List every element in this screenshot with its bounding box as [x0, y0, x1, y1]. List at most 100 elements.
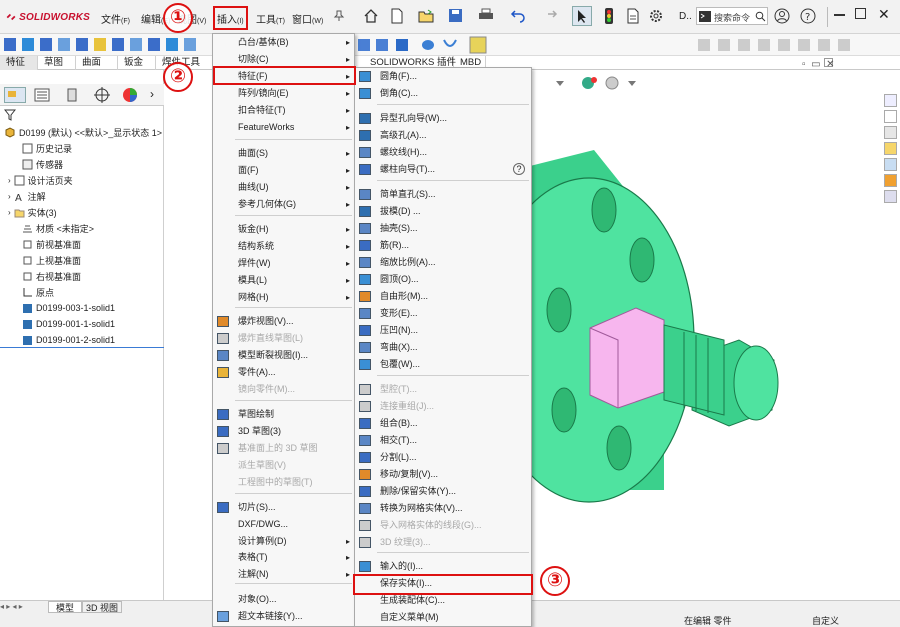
- tab-model[interactable]: 模型: [48, 601, 82, 613]
- feature-menu-item[interactable]: 拔模(D) ...: [355, 203, 531, 220]
- feature-menu-item[interactable]: 输入的(I)...: [355, 558, 531, 575]
- insert-menu-item[interactable]: 表格(T) ▸: [213, 549, 354, 566]
- rebuild-doc-icon[interactable]: [626, 8, 640, 24]
- tree-item-body-2[interactable]: D0199-001-1-solid1: [22, 316, 115, 332]
- property-manager-tab-icon[interactable]: [34, 88, 50, 102]
- feature-menu-item[interactable]: 简单直孔(S)...: [355, 186, 531, 203]
- tree-item-top-plane[interactable]: 上视基准面: [22, 252, 81, 268]
- tree-root[interactable]: D0199 (默认) <<默认>_显示状态 1>: [4, 124, 162, 140]
- menu-file[interactable]: 文件(F): [101, 11, 130, 26]
- feature-menu-item[interactable]: 弯曲(X)...: [355, 339, 531, 356]
- insert-menu-item[interactable]: 模具(L) ▸: [213, 272, 354, 289]
- feature-menu-item[interactable]: 变形(E)...: [355, 305, 531, 322]
- tab-sketch[interactable]: 草图: [38, 56, 76, 70]
- feature-menu-item[interactable]: 相交(T)...: [355, 432, 531, 449]
- tree-item-right-plane[interactable]: 右视基准面: [22, 268, 81, 284]
- print-icon[interactable]: [478, 8, 494, 23]
- d-menu-label[interactable]: D..: [679, 11, 692, 22]
- tree-item-body-1[interactable]: D0199-003-1-solid1: [22, 300, 115, 316]
- feature-menu-item[interactable]: 圆角(F)...: [355, 68, 531, 85]
- insert-menu-item[interactable]: 设计算例(D) ▸: [213, 533, 354, 550]
- feature-menu-item[interactable]: 筋(R)...: [355, 237, 531, 254]
- feature-menu-item[interactable]: 包覆(W)...: [355, 356, 531, 373]
- feature-menu-item[interactable]: 删除/保留实体(Y)...: [355, 483, 531, 500]
- insert-menu-item[interactable]: 曲面(S) ▸: [213, 145, 354, 162]
- insert-menu-item[interactable]: 凸台/基体(B) ▸: [213, 34, 354, 51]
- search-input[interactable]: 搜索命令: [696, 7, 768, 25]
- tree-item-design-binder[interactable]: › 设计活页夹: [8, 172, 73, 188]
- insert-menu-item[interactable]: 3D 草图(3): [213, 423, 354, 440]
- insert-menu-item[interactable]: 网格(H) ▸: [213, 289, 354, 306]
- insert-menu-item[interactable]: 参考几何体(G) ▸: [213, 196, 354, 213]
- taskpane-library-icon[interactable]: [884, 126, 897, 139]
- select-icon[interactable]: [572, 6, 592, 26]
- feature-menu-item[interactable]: 组合(B)...: [355, 415, 531, 432]
- insert-menu-item[interactable]: DXF/DWG...: [213, 516, 354, 533]
- help-icon[interactable]: ?: [800, 8, 816, 24]
- help-icon[interactable]: ?: [513, 163, 525, 175]
- gear-icon[interactable]: [648, 8, 664, 24]
- new-document-icon[interactable]: [390, 8, 404, 24]
- feature-menu-item[interactable]: 分割(L)...: [355, 449, 531, 466]
- insert-menu-item[interactable]: 零件(A)...: [213, 364, 354, 381]
- menu-insert[interactable]: 插入(I): [217, 11, 244, 26]
- tree-item-history[interactable]: 历史记录: [22, 140, 72, 156]
- chevron-right-icon[interactable]: ›: [150, 87, 154, 101]
- insert-menu-item[interactable]: 结构系统 ▸: [213, 238, 354, 255]
- pin-icon[interactable]: [333, 10, 345, 22]
- feature-menu-item[interactable]: 抽壳(S)...: [355, 220, 531, 237]
- feature-menu-item[interactable]: 缩放比例(A)...: [355, 254, 531, 271]
- insert-menu-item[interactable]: 特征(F) ▸: [213, 68, 354, 85]
- insert-menu-item[interactable]: 对象(O)...: [213, 591, 354, 608]
- rollback-bar[interactable]: [0, 347, 164, 348]
- tab-surfaces[interactable]: 曲面: [76, 56, 118, 70]
- insert-menu-item[interactable]: 超文本链接(Y)...: [213, 608, 354, 625]
- dimxpert-tab-icon[interactable]: [94, 87, 110, 103]
- filter-icon[interactable]: [4, 109, 16, 121]
- taskpane-resources-icon[interactable]: [884, 110, 897, 123]
- tree-item-sensors[interactable]: 传感器: [22, 156, 63, 172]
- insert-menu-item[interactable]: 草图绘制: [213, 406, 354, 423]
- feature-menu-item[interactable]: 自定义菜单(M): [355, 609, 531, 626]
- feature-menu-item[interactable]: 生成装配体(C)...: [355, 592, 531, 609]
- feature-tree-tab-icon[interactable]: [4, 87, 26, 103]
- insert-menu-item[interactable]: 钣金(H) ▸: [213, 221, 354, 238]
- menu-tools[interactable]: 工具(T): [256, 11, 285, 26]
- close-icon[interactable]: ✕: [878, 7, 890, 21]
- taskpane-appearances-icon[interactable]: [884, 174, 897, 187]
- feature-menu-item[interactable]: 倒角(C)...: [355, 85, 531, 102]
- insert-menu-item[interactable]: 切片(S)...: [213, 499, 354, 516]
- taskpane-view-palette-icon[interactable]: [884, 158, 897, 171]
- undo-icon[interactable]: [510, 8, 526, 23]
- open-folder-icon[interactable]: [418, 8, 434, 24]
- status-custom[interactable]: 自定义: [812, 614, 839, 627]
- home-icon[interactable]: [363, 8, 379, 24]
- insert-menu-item[interactable]: 爆炸视图(V)...: [213, 313, 354, 330]
- menu-window[interactable]: 窗口(W): [292, 11, 323, 26]
- tab-3d-view[interactable]: 3D 视图: [82, 601, 122, 613]
- tree-item-origin[interactable]: 原点: [22, 284, 54, 300]
- feature-menu-item[interactable]: 压凹(N)...: [355, 322, 531, 339]
- nav-arrows-icon[interactable]: ◂ ▸ ◂ ▸: [0, 602, 23, 611]
- tree-item-body-3[interactable]: D0199-001-2-solid1: [22, 332, 115, 348]
- insert-menu-item[interactable]: 切除(C) ▸: [213, 51, 354, 68]
- tree-item-solid-bodies[interactable]: › 实体(3): [8, 204, 57, 220]
- feature-menu-item[interactable]: 圆顶(O)...: [355, 271, 531, 288]
- traffic-light-icon[interactable]: [604, 8, 614, 24]
- insert-menu-item[interactable]: FeatureWorks ▸: [213, 119, 354, 136]
- feature-menu-item[interactable]: 转换为网格实体(V)...: [355, 500, 531, 517]
- minimize-icon[interactable]: [834, 14, 845, 16]
- save-icon[interactable]: [448, 8, 463, 23]
- feature-menu-item[interactable]: 异型孔向导(W)...: [355, 110, 531, 127]
- feature-menu-item[interactable]: 移动/复制(V)...: [355, 466, 531, 483]
- config-manager-tab-icon[interactable]: [64, 88, 80, 102]
- feature-menu-item[interactable]: 螺柱向导(T)...: [355, 161, 531, 178]
- tab-features[interactable]: 特征: [0, 56, 38, 70]
- insert-menu-item[interactable]: 阵列/镜向(E) ▸: [213, 85, 354, 102]
- tree-item-front-plane[interactable]: 前视基准面: [22, 236, 81, 252]
- insert-menu-item[interactable]: 曲线(U) ▸: [213, 179, 354, 196]
- insert-menu-item[interactable]: 面(F) ▸: [213, 162, 354, 179]
- insert-menu-item[interactable]: 模型断裂视图(I)...: [213, 347, 354, 364]
- window-controls-icons[interactable]: ▫ ▭ ✕: [802, 59, 835, 70]
- feature-menu-item[interactable]: 螺纹线(H)...: [355, 144, 531, 161]
